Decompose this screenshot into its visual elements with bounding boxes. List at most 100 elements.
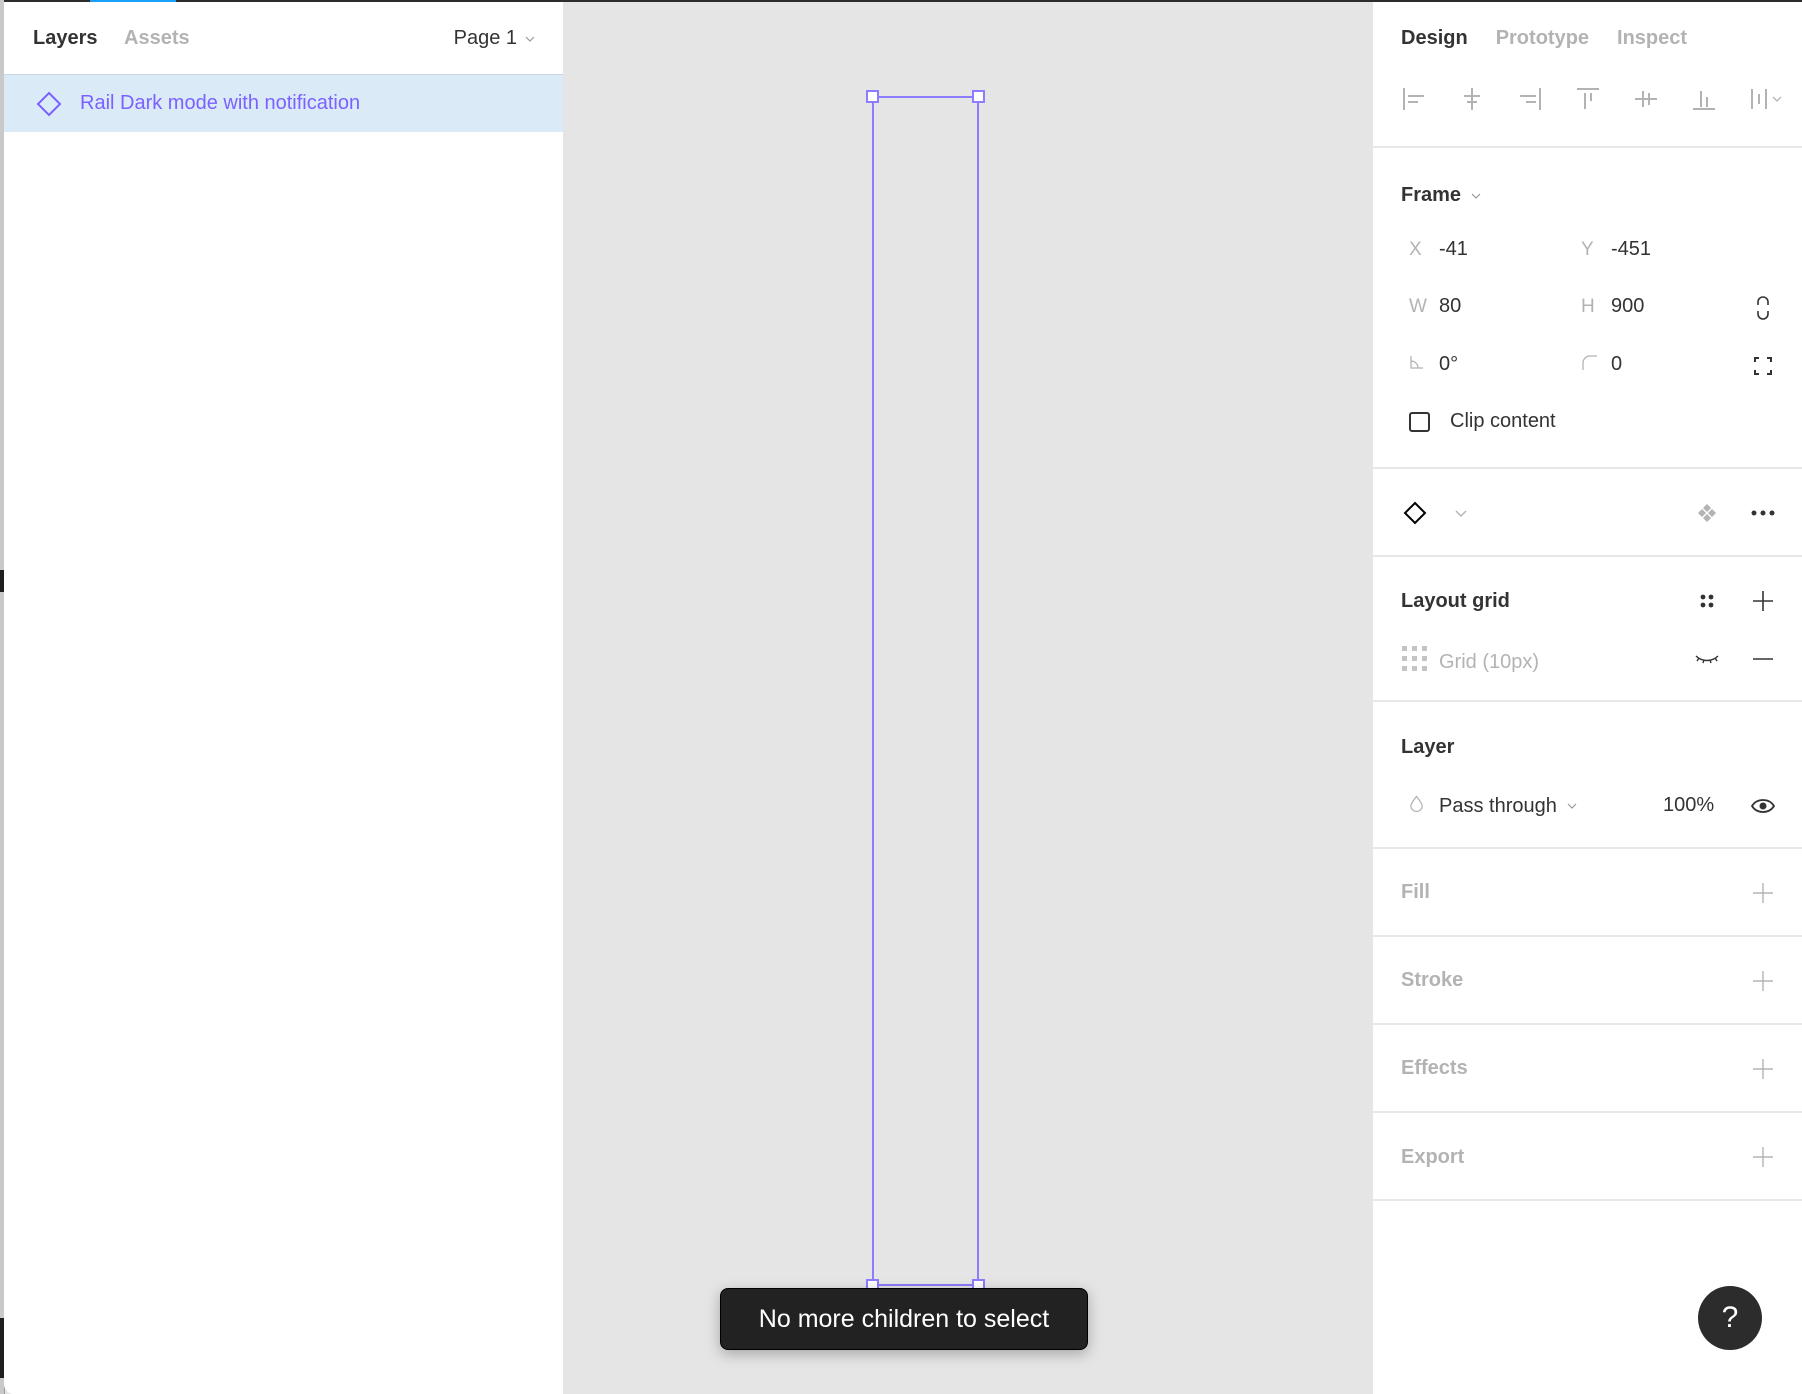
component-section [1373, 469, 1802, 557]
chevron-down-icon [1471, 193, 1481, 199]
create-component-button[interactable] [1693, 499, 1721, 527]
chevron-down-icon [1455, 510, 1467, 517]
align-bottom-icon[interactable] [1691, 86, 1717, 112]
align-horizontal-center-icon[interactable] [1459, 86, 1485, 112]
properties-panel: Design Prototype Inspect Frame X -41 Y -… [1372, 2, 1802, 1394]
design-header-section: Design Prototype Inspect [1373, 2, 1802, 148]
align-right-icon[interactable] [1517, 86, 1543, 112]
add-effect-button[interactable] [1749, 1055, 1777, 1083]
effects-title: Effects [1401, 1057, 1468, 1079]
rotation-value[interactable]: 0° [1439, 353, 1458, 376]
more-horizontal-icon [1751, 510, 1775, 516]
plus-icon [1753, 1059, 1773, 1079]
y-value[interactable]: -451 [1611, 238, 1651, 261]
corner-radius-field[interactable]: 0 [1573, 353, 1622, 376]
plus-icon [1753, 883, 1773, 903]
layer-name: Rail Dark mode with notification [80, 92, 361, 114]
grid-icon[interactable] [1401, 645, 1439, 679]
add-fill-button[interactable] [1749, 879, 1777, 907]
clip-content-checkbox[interactable]: Clip content [1409, 410, 1556, 433]
component-dropdown[interactable] [1447, 499, 1475, 527]
remove-layout-grid-button[interactable] [1749, 645, 1777, 673]
tab-layers[interactable]: Layers [33, 27, 98, 50]
toggle-grid-visibility-button[interactable] [1693, 645, 1721, 673]
x-label: X [1409, 238, 1422, 260]
opacity-value[interactable]: 100% [1663, 794, 1714, 817]
layout-grid-label: Grid (10px) [1439, 650, 1540, 673]
x-field[interactable]: X -41 [1401, 238, 1468, 261]
help-button[interactable]: ? [1698, 1286, 1762, 1350]
resize-handle-top-left[interactable] [866, 90, 879, 103]
opacity-field[interactable]: 100% [1663, 794, 1714, 817]
layout-grid-section: Layout grid Grid (10px) [1373, 557, 1802, 702]
export-title: Export [1401, 1146, 1465, 1168]
width-field[interactable]: W 80 [1401, 295, 1461, 318]
x-value[interactable]: -41 [1439, 238, 1468, 261]
checkbox-icon[interactable] [1409, 411, 1430, 432]
corner-radius-icon [1573, 354, 1611, 376]
frame-section: Frame X -41 Y -451 W 80 H 900 0° 0 Clip … [1373, 148, 1802, 469]
align-vertical-center-icon[interactable] [1633, 86, 1659, 112]
frame-title-label: Frame [1401, 184, 1462, 206]
stroke-title: Stroke [1401, 969, 1464, 991]
styles-grid-icon [1700, 594, 1714, 608]
chevron-down-icon [1567, 803, 1577, 809]
eye-icon [1750, 799, 1776, 813]
blend-mode-drop-icon [1401, 794, 1439, 818]
component-diamond-icon [36, 91, 62, 116]
tab-design[interactable]: Design [1401, 27, 1468, 50]
grid-styles-button[interactable] [1693, 587, 1721, 615]
tab-assets[interactable]: Assets [124, 27, 190, 50]
w-label: W [1409, 295, 1427, 317]
clip-content-label: Clip content [1450, 410, 1556, 432]
stroke-section: Stroke [1373, 937, 1802, 1025]
h-label: H [1581, 295, 1595, 317]
minus-icon [1753, 658, 1773, 660]
radius-value[interactable]: 0 [1611, 353, 1622, 376]
component-button[interactable] [1401, 499, 1429, 527]
toggle-layer-visibility-button[interactable] [1749, 792, 1777, 820]
link-icon [1757, 296, 1769, 320]
tab-inspect[interactable]: Inspect [1617, 27, 1687, 50]
align-left-icon[interactable] [1401, 86, 1427, 112]
effects-section: Effects [1373, 1025, 1802, 1113]
blend-mode-select[interactable]: Pass through [1401, 794, 1577, 818]
eye-closed-icon [1695, 655, 1719, 664]
independent-corners-button[interactable] [1749, 352, 1777, 380]
more-options-button[interactable] [1749, 499, 1777, 527]
chevron-down-icon [525, 36, 535, 42]
y-label: Y [1581, 238, 1594, 260]
tab-prototype[interactable]: Prototype [1496, 27, 1589, 50]
constrain-proportions-button[interactable] [1749, 294, 1777, 322]
page-selector-label: Page 1 [453, 27, 517, 49]
frame-title[interactable]: Frame [1401, 184, 1481, 207]
height-field[interactable]: H 900 [1573, 295, 1644, 318]
toast-message: No more children to select [720, 1288, 1088, 1350]
layer-item[interactable]: Rail Dark mode with notification [4, 75, 563, 132]
resize-handle-top-right[interactable] [972, 90, 985, 103]
h-value[interactable]: 900 [1611, 295, 1644, 318]
layout-grid-title: Layout grid [1401, 590, 1510, 612]
layer-section: Layer Pass through 100% [1373, 702, 1802, 849]
selected-frame-outline[interactable] [866, 90, 985, 1292]
rotation-icon [1401, 354, 1439, 376]
w-value[interactable]: 80 [1439, 295, 1461, 318]
add-stroke-button[interactable] [1749, 967, 1777, 995]
y-field[interactable]: Y -451 [1573, 238, 1651, 261]
left-panel-tabs: Layers Assets Page 1 [4, 2, 563, 75]
plus-icon [1753, 591, 1773, 611]
distribute-icon[interactable] [1749, 86, 1785, 112]
blend-mode-label: Pass through [1439, 794, 1557, 817]
page-selector[interactable]: Page 1 [454, 27, 535, 50]
create-component-icon [1698, 504, 1716, 522]
rotation-field[interactable]: 0° [1401, 353, 1458, 376]
add-export-button[interactable] [1749, 1143, 1777, 1171]
figma-window: Layers Assets Page 1 Rail Dark mode with… [4, 0, 1802, 1394]
alignment-toolbar [1401, 86, 1785, 112]
top-bar [4, 0, 1802, 2]
canvas[interactable]: No more children to select [564, 2, 1372, 1394]
add-layout-grid-button[interactable] [1749, 587, 1777, 615]
align-top-icon[interactable] [1575, 86, 1601, 112]
export-section: Export [1373, 1113, 1802, 1201]
layout-grid-item[interactable]: Grid (10px) [1401, 645, 1539, 679]
